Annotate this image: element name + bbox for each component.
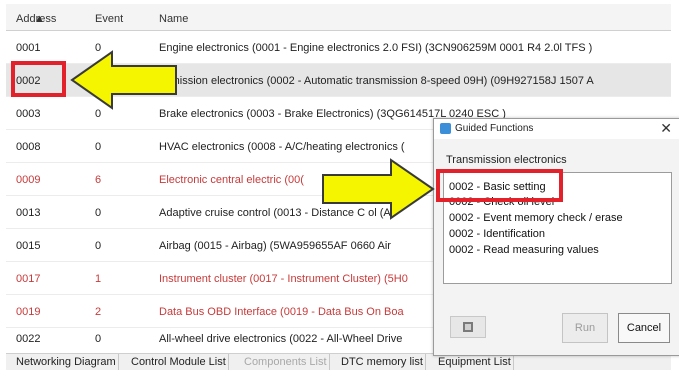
row-address: 0003: [16, 108, 41, 120]
row-name: nsmission electronics (0002 - Automatic …: [159, 75, 594, 87]
row-event: 6: [95, 174, 102, 186]
column-header-event[interactable]: Event: [95, 13, 123, 25]
gear-icon: [463, 322, 473, 332]
table-header: ▲ Address Event Name: [6, 4, 671, 31]
tab-networking-diagram[interactable]: Networking Diagram: [14, 354, 119, 370]
column-header-address[interactable]: Address: [16, 13, 56, 25]
row-address: 0001: [16, 42, 41, 54]
dialog-title-bar: Guided Functions ✕: [434, 119, 679, 139]
row-name: Electronic central electric (00(: [159, 174, 304, 186]
row-address: 0022: [16, 333, 41, 345]
list-item[interactable]: 0002 - Identification: [449, 228, 545, 240]
address-highlight-box: [11, 61, 66, 97]
run-button[interactable]: Run: [562, 313, 608, 343]
pointer-arrow-right-icon: [322, 158, 435, 220]
column-header-name[interactable]: Name: [159, 13, 188, 25]
close-icon[interactable]: ✕: [660, 120, 672, 137]
row-name: Data Bus OBD Interface (0019 - Data Bus …: [159, 306, 404, 318]
row-address: 0015: [16, 240, 41, 252]
guided-functions-dialog: Guided Functions ✕ Transmission electron…: [433, 118, 679, 356]
row-name: Airbag (0015 - Airbag) (5WA959655AF 0660…: [159, 240, 391, 252]
row-event: 2: [95, 306, 102, 318]
row-address: 0008: [16, 141, 41, 153]
basic-setting-highlight-box: [436, 169, 563, 202]
row-name: All-wheel drive electronics (0022 - All-…: [159, 333, 403, 345]
row-name: Engine electronics (0001 - Engine electr…: [159, 42, 593, 54]
row-name: HVAC electronics (0008 - A/C/heating ele…: [159, 141, 405, 153]
dialog-subtitle: Transmission electronics: [446, 154, 567, 166]
tab-dtc-memory-list[interactable]: DTC memory list: [339, 354, 426, 370]
row-event: 0: [95, 333, 102, 345]
tool-button[interactable]: [450, 316, 486, 338]
row-event: 0: [95, 141, 102, 153]
row-event: 0: [95, 240, 102, 252]
row-address: 0009: [16, 174, 41, 186]
cancel-button[interactable]: Cancel: [618, 313, 670, 343]
list-item[interactable]: 0002 - Read measuring values: [449, 244, 599, 256]
tab-control-module-list[interactable]: Control Module List: [129, 354, 229, 370]
row-address: 0019: [16, 306, 41, 318]
app-icon: [440, 123, 451, 134]
list-item[interactable]: 0002 - Event memory check / erase: [449, 212, 623, 224]
tab-components-list[interactable]: Components List: [242, 354, 330, 370]
pointer-arrow-left-icon: [70, 50, 177, 110]
row-event: 1: [95, 273, 102, 285]
row-address: 0017: [16, 273, 41, 285]
row-address: 0013: [16, 207, 41, 219]
row-event: 0: [95, 207, 102, 219]
dialog-title: Guided Functions: [455, 123, 534, 134]
row-name: Instrument cluster (0017 - Instrument Cl…: [159, 273, 408, 285]
tab-equipment-list[interactable]: Equipment List: [436, 354, 514, 370]
